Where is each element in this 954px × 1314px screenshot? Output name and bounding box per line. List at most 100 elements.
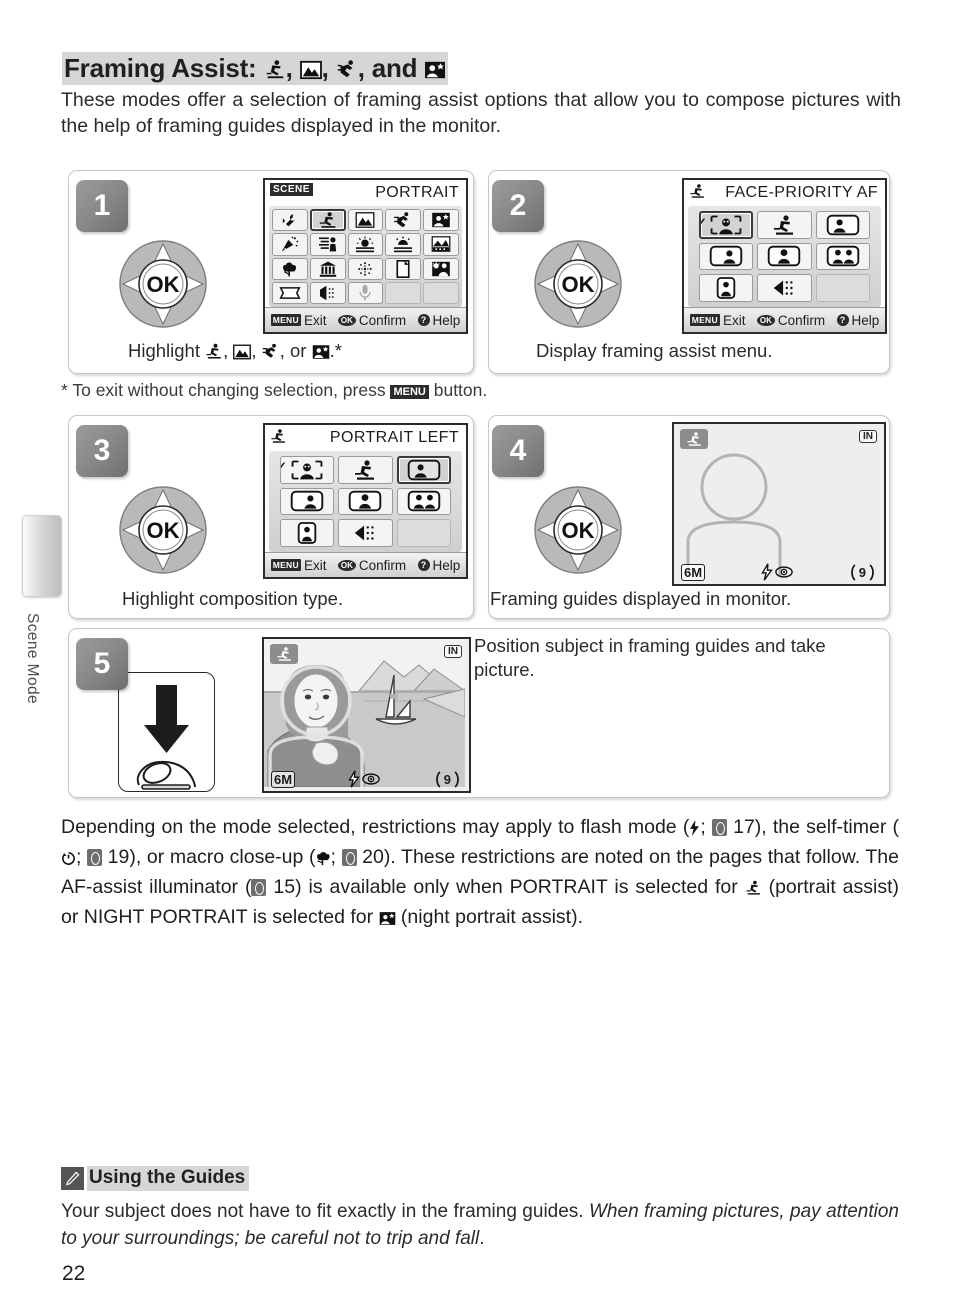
portrait-assist-icon: [266, 60, 283, 79]
sports-assist-icon: [262, 343, 276, 358]
menu-cell-panorama-left-icon[interactable]: [757, 274, 812, 302]
page-reference-icon: [711, 819, 727, 836]
svg-text:OK: OK: [562, 518, 595, 543]
menu-cell-fireworks-icon[interactable]: [347, 257, 384, 280]
menu-cell-portrait-couple-icon[interactable]: [396, 487, 451, 516]
svg-text:OK: OK: [147, 272, 180, 297]
step-3-caption: Highlight composition type.: [122, 588, 344, 609]
menu-cell-portrait-couple-icon[interactable]: [815, 242, 870, 271]
chapter-tab-label: Scene Mode: [24, 613, 41, 705]
menu-cell-party-indoor-icon[interactable]: [272, 233, 308, 256]
exit-label: Exit: [303, 312, 327, 328]
step-3-screen: PORTRAIT LEFT ✓ MENUExit OKConfirm ?Help: [263, 423, 468, 579]
scene-menu-grid: [269, 206, 462, 307]
intro-paragraph: These modes offer a selection of framing…: [61, 89, 901, 137]
menu-cell-close-up-icon[interactable]: [272, 257, 308, 280]
page-title: Framing Assist: , , , and: [62, 52, 449, 85]
checkmark-icon: ✓: [281, 459, 287, 475]
menu-cell-microphone-icon[interactable]: [347, 281, 384, 304]
svg-text:OK: OK: [147, 518, 180, 543]
menu-cell-portrait-assist-icon[interactable]: [338, 456, 393, 484]
exit-label: Exit: [303, 557, 327, 573]
menu-cell-beach-snow-icon[interactable]: [309, 233, 346, 256]
pencil-icon: [61, 1167, 84, 1190]
menu-cell-portrait-figure-icon[interactable]: [280, 519, 335, 547]
menu-cell-sports-assist-icon[interactable]: [385, 209, 422, 232]
menu-cell-back-light-icon[interactable]: [423, 257, 459, 280]
note-heading: Using the Guides: [61, 1166, 250, 1191]
menu-cell-portrait-right-icon[interactable]: [699, 242, 754, 271]
menu-cell-portrait-left-icon[interactable]: [396, 456, 451, 484]
page-reference-icon: [251, 879, 267, 896]
menu-cell-portrait-figure-icon[interactable]: [699, 274, 754, 302]
page-reference-icon: [87, 849, 103, 866]
live-view-status-bar: 6M 9: [264, 770, 469, 788]
menu-cell-face-priority-af-icon[interactable]: ✓: [280, 456, 335, 484]
portrait-assist-icon: [270, 644, 298, 664]
menu-key-icon: MENU: [270, 314, 301, 326]
menu-cell-landscape-assist-icon[interactable]: [347, 209, 384, 232]
menu-cell-night-portrait-assist-icon[interactable]: [423, 209, 459, 232]
menu-cell-sunset-icon[interactable]: [347, 233, 384, 256]
menu-cell-dusk-dawn-icon[interactable]: [385, 233, 422, 256]
help-label: Help: [851, 312, 880, 328]
sports-assist-icon: [337, 60, 353, 78]
step-2-caption: Display framing assist menu.: [536, 340, 773, 361]
help-key-icon: ?: [836, 314, 849, 326]
live-view-framing-guides: IN 6M 9: [674, 424, 884, 584]
self-timer-icon: [62, 852, 75, 865]
menu-cell-copy-icon[interactable]: [385, 257, 422, 280]
menu-cell-voice-recording-icon[interactable]: [309, 281, 346, 304]
menu-cell-panorama-left-icon[interactable]: [338, 519, 393, 547]
step-1-caption: Highlight , , , or .*: [128, 340, 342, 361]
portrait-assist-icon: [206, 343, 221, 359]
screen-footer-bar: MENU Exit OK Confirm ? Help: [265, 307, 466, 332]
menu-cell-empty: [815, 274, 870, 302]
menu-key-icon: MENU: [689, 314, 720, 326]
shots-remaining: 9: [848, 563, 877, 581]
menu-key-icon: MENU: [270, 559, 301, 571]
screen-footer-bar: MENU Exit OK Confirm ? Help: [684, 307, 885, 332]
landscape-assist-icon: [299, 60, 322, 80]
screen-title: PORTRAIT LEFT: [329, 428, 459, 446]
night-portrait-assist-icon: [312, 345, 329, 359]
night-portrait-assist-icon: [425, 61, 446, 79]
red-eye-reduction-icon: [347, 770, 381, 788]
menu-cell-night-landscape-icon[interactable]: [423, 233, 459, 256]
screen-title-bar: FACE-PRIORITY AF: [684, 180, 885, 205]
exit-label: Exit: [722, 312, 746, 328]
help-label: Help: [432, 312, 461, 328]
portrait-assist-icon: [746, 880, 760, 895]
step-1-screen: SCENE PORTRAIT MENU Exit OK Confirm ? He…: [263, 178, 468, 334]
page-number: 22: [62, 1262, 86, 1285]
portrait-assist-icon: [270, 428, 287, 449]
internal-memory-badge: IN: [859, 430, 877, 443]
flash-icon: [690, 820, 700, 836]
menu-cell-panorama-assist-icon[interactable]: [272, 281, 308, 304]
image-size-badge: 6M: [681, 563, 706, 581]
confirm-label: Confirm: [358, 557, 407, 573]
menu-cell-portrait-assist-icon[interactable]: [757, 211, 812, 239]
menu-cell-museum-icon[interactable]: [309, 257, 346, 280]
confirm-label: Confirm: [358, 312, 407, 328]
menu-cell-setup-icon[interactable]: [272, 209, 308, 232]
step-4-caption: Framing guides displayed in monitor.: [490, 588, 792, 609]
menu-cell-portrait-close-up-icon[interactable]: [757, 242, 812, 271]
svg-text:OK: OK: [562, 272, 595, 297]
step-5-caption: Position subject in framing guides and t…: [474, 635, 826, 680]
menu-cell-portrait-assist-icon[interactable]: [309, 209, 346, 232]
menu-cell-face-priority-af-icon[interactable]: ✓: [699, 211, 754, 239]
menu-cell-portrait-close-up-icon[interactable]: [338, 487, 393, 516]
portrait-assist-icon: [689, 183, 706, 204]
screen-footer-bar: MENU Exit OK Confirm ? Help: [265, 552, 466, 577]
red-eye-reduction-icon: [760, 563, 793, 581]
scene-mode-chip: SCENE: [270, 183, 313, 196]
multi-selector-icon: OK: [113, 234, 213, 334]
note-title: Using the Guides: [87, 1166, 250, 1191]
menu-cell-portrait-right-icon[interactable]: [280, 487, 335, 516]
screen-title: FACE-PRIORITY AF: [725, 183, 878, 201]
footnote: * To exit without changing selection, pr…: [61, 380, 488, 400]
page-reference-icon: [341, 849, 357, 866]
menu-cell-portrait-left-icon[interactable]: [815, 211, 870, 239]
screen-title-bar: SCENE PORTRAIT: [265, 180, 466, 205]
